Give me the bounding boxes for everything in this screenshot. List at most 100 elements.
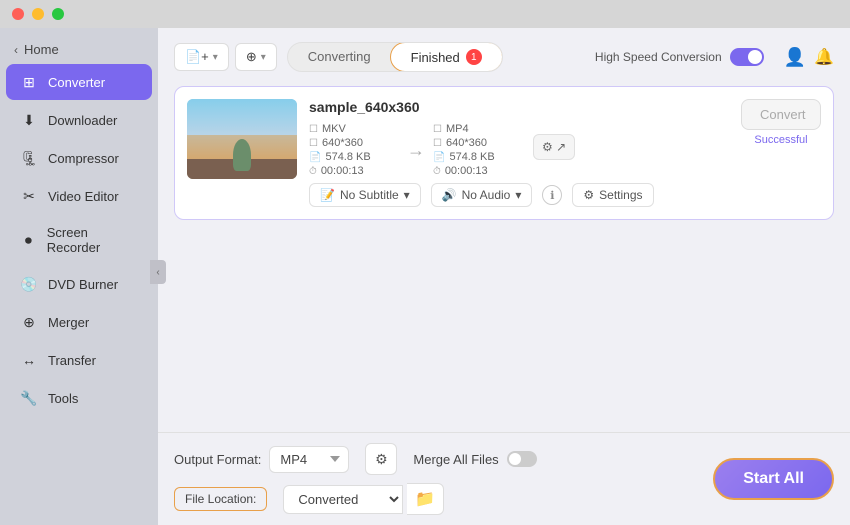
notification-icon[interactable]: 🔔 — [814, 47, 834, 67]
merger-icon: ⊕ — [20, 313, 38, 331]
top-left-controls: 📄+ ▾ ⊕ ▾ Converting Finished 1 — [174, 42, 503, 72]
add-item-caret: ▾ — [261, 52, 266, 63]
sidebar-item-tools[interactable]: 🔧 Tools — [6, 380, 152, 416]
file-card: sample_640x360 ☐ MKV ☐ 640*360 📄 — [174, 86, 834, 220]
resolution-icon: ☐ — [309, 138, 318, 149]
sidebar-item-label: Transfer — [48, 353, 96, 368]
settings-gear-icon: ⚙ — [583, 188, 594, 202]
sidebar-item-label: Video Editor — [48, 189, 119, 204]
sidebar-item-label: Compressor — [48, 151, 119, 166]
close-button[interactable] — [12, 8, 24, 20]
merge-toggle[interactable] — [507, 451, 537, 467]
output-icon-btn-row: ⚙ — [365, 443, 397, 475]
top-right-controls: High Speed Conversion 👤 🔔 — [595, 47, 834, 68]
file-name: sample_640x360 — [309, 99, 721, 115]
sidebar-item-label: Downloader — [48, 113, 117, 128]
output-format-row: Output Format: MP4 MKV AVI MOV ⚙ Merge A… — [174, 443, 537, 475]
add-item-button[interactable]: ⊕ ▾ — [235, 43, 277, 71]
merge-area: Merge All Files — [413, 451, 536, 467]
sidebar-item-label: DVD Burner — [48, 277, 118, 292]
folder-icon: 📁 — [415, 491, 435, 508]
sidebar-item-compressor[interactable]: 🗜 Compressor — [6, 140, 152, 176]
title-bar — [0, 0, 850, 28]
user-icon[interactable]: 👤 — [784, 47, 806, 68]
source-size: 📄 574.8 KB — [309, 151, 399, 163]
file-location-select[interactable]: Converted Custom... — [283, 485, 403, 514]
source-resolution: ☐ 640*360 — [309, 137, 399, 149]
sidebar-item-merger[interactable]: ⊕ Merger — [6, 304, 152, 340]
sidebar-item-screen-recorder[interactable]: ⏺ Screen Recorder — [6, 216, 152, 264]
conversion-status: Successful — [754, 134, 807, 146]
tab-converting[interactable]: Converting — [288, 43, 391, 71]
chevron-left-icon: ‹ — [14, 43, 18, 57]
file-options-row: 📝 No Subtitle ▾ 🔊 No Audio ▾ ℹ ⚙ Setting… — [309, 183, 721, 207]
add-file-button[interactable]: 📄+ ▾ — [174, 43, 229, 71]
settings-button[interactable]: ⚙ Settings — [572, 183, 653, 207]
info-button[interactable]: ℹ — [542, 185, 562, 205]
maximize-button[interactable] — [52, 8, 64, 20]
convert-button-area: Convert Successful — [741, 99, 821, 146]
transfer-icon: ↔ — [20, 351, 38, 369]
sidebar-item-downloader[interactable]: ⬇ Downloader — [6, 102, 152, 138]
add-buttons-row: 📄+ ▾ ⊕ ▾ — [174, 43, 277, 71]
screen-recorder-icon: ⏺ — [20, 231, 37, 249]
audio-select[interactable]: 🔊 No Audio ▾ — [431, 183, 533, 207]
target-duration: ⏱ 00:00:13 — [433, 165, 523, 177]
top-bar: 📄+ ▾ ⊕ ▾ Converting Finished 1 — [174, 42, 834, 72]
subtitle-icon: 📝 — [320, 188, 335, 202]
target-resolution: ☐ 640*360 — [433, 137, 523, 149]
dvd-burner-icon: 💿 — [20, 275, 38, 293]
format-icon: ☐ — [309, 124, 318, 135]
location-select-wrapper: Converted Custom... 📁 — [283, 483, 444, 515]
high-speed-toggle[interactable] — [730, 48, 764, 66]
add-file-caret: ▾ — [213, 52, 218, 63]
bottom-left-section: Output Format: MP4 MKV AVI MOV ⚙ Merge A… — [174, 443, 537, 515]
output-format-select[interactable]: MP4 MKV AVI MOV — [269, 446, 349, 473]
merge-label: Merge All Files — [413, 452, 498, 467]
output-settings-icon[interactable]: ⚙ — [365, 443, 397, 475]
target-dur-icon: ⏱ — [433, 166, 441, 177]
sidebar-item-converter[interactable]: ⊞ Converter — [6, 64, 152, 100]
main-content: 📄+ ▾ ⊕ ▾ Converting Finished 1 — [158, 28, 850, 525]
output-format-label: Output Format: — [174, 452, 261, 467]
tab-converting-label: Converting — [308, 49, 371, 64]
file-location-folder-button[interactable]: 📁 — [407, 483, 444, 515]
source-duration: ⏱ 00:00:13 — [309, 165, 399, 177]
sidebar-home[interactable]: ‹ Home — [0, 36, 158, 63]
convert-button[interactable]: Convert — [741, 99, 821, 130]
audio-icon: 🔊 — [442, 188, 457, 202]
tab-finished[interactable]: Finished 1 — [390, 42, 503, 72]
target-size: 📄 574.8 KB — [433, 151, 523, 163]
bottom-bar: Output Format: MP4 MKV AVI MOV ⚙ Merge A… — [158, 432, 850, 525]
target-meta: ☐ MP4 ☐ 640*360 📄 574.8 KB ⏱ — [433, 123, 523, 177]
convert-arrow-icon: → — [399, 140, 433, 161]
sidebar-collapse-button[interactable]: ‹ — [150, 260, 166, 284]
high-speed-label: High Speed Conversion — [595, 50, 722, 64]
tabs-group: Converting Finished 1 — [287, 42, 503, 72]
start-all-button[interactable]: Start All — [713, 458, 834, 500]
sidebar-item-dvd-burner[interactable]: 💿 DVD Burner — [6, 266, 152, 302]
add-file-icon: 📄+ — [185, 49, 209, 65]
file-thumbnail — [187, 99, 297, 179]
sidebar-item-transfer[interactable]: ↔ Transfer — [6, 342, 152, 378]
sidebar-item-label: Tools — [48, 391, 78, 406]
source-meta: ☐ MKV ☐ 640*360 📄 574.8 KB ⏱ — [309, 123, 399, 177]
sidebar-item-label: Screen Recorder — [47, 225, 138, 255]
file-info-panel: sample_640x360 ☐ MKV ☐ 640*360 📄 — [309, 99, 721, 207]
sidebar: ‹ Home ⊞ Converter ⬇ Downloader 🗜 Compre… — [0, 28, 158, 525]
subtitle-select[interactable]: 📝 No Subtitle ▾ — [309, 183, 421, 207]
sidebar-item-video-editor[interactable]: ✂ Video Editor — [6, 178, 152, 214]
target-res-icon: ☐ — [433, 138, 442, 149]
source-format: ☐ MKV — [309, 123, 399, 135]
minimize-button[interactable] — [32, 8, 44, 20]
add-item-icon: ⊕ — [246, 49, 257, 65]
file-meta-row: ☐ MKV ☐ 640*360 📄 574.8 KB ⏱ — [309, 123, 721, 177]
target-format-icon: ☐ — [433, 124, 442, 135]
compressor-icon: 🗜 — [20, 149, 38, 167]
sidebar-home-label: Home — [24, 42, 59, 57]
file-location-label: File Location: — [174, 487, 267, 511]
target-format: ☐ MP4 — [433, 123, 523, 135]
tools-icon: 🔧 — [20, 389, 38, 407]
subtitle-caret: ▾ — [404, 188, 410, 202]
file-settings-icon-button[interactable]: ⚙ ↗ — [533, 134, 575, 160]
